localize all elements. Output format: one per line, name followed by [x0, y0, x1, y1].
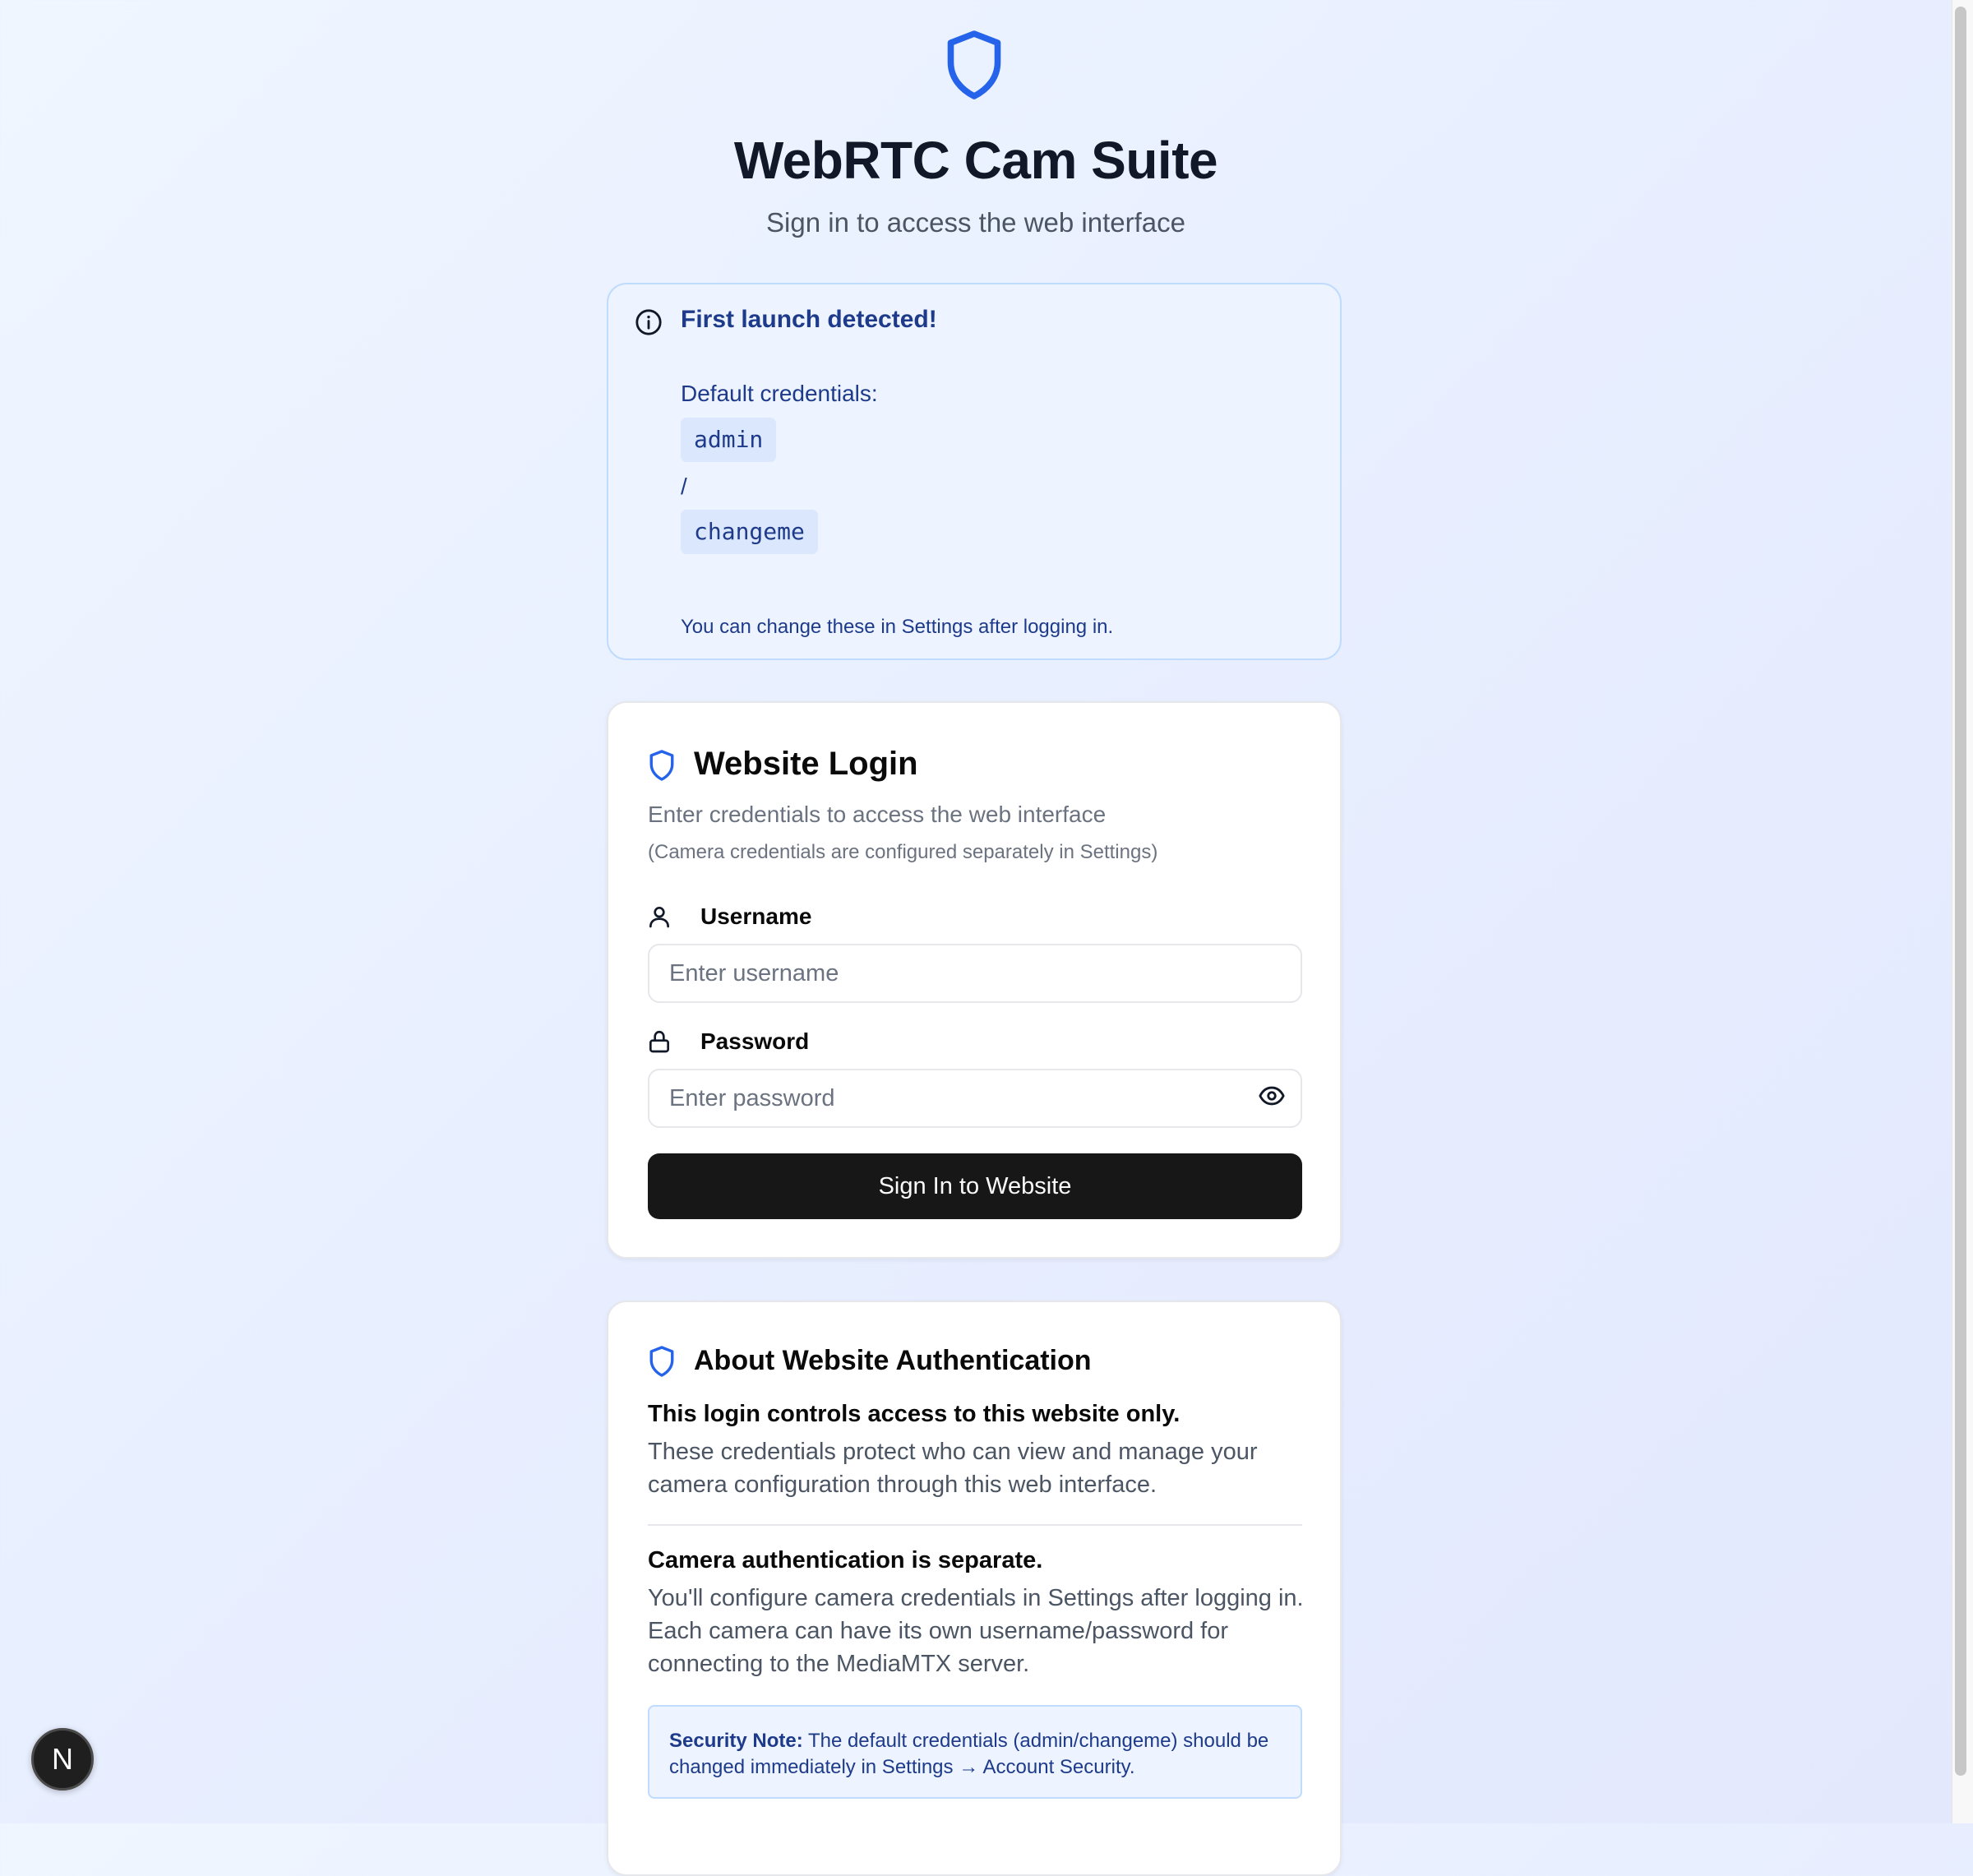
login-title: Website Login — [694, 746, 918, 782]
user-icon — [649, 907, 669, 928]
default-password-code: changeme — [681, 510, 818, 554]
shield-icon — [649, 750, 674, 781]
shield-icon — [649, 1346, 674, 1377]
divider — [648, 1524, 1302, 1526]
app-title: WebRTC Cam Suite — [733, 131, 1218, 190]
login-sub-description: (Camera credentials are configured separ… — [648, 841, 1158, 863]
default-username-code: admin — [681, 418, 777, 462]
app-subtitle: Sign in to access the web interface — [766, 207, 1185, 238]
password-input[interactable] — [648, 1069, 1302, 1128]
about-title: About Website Authentication — [694, 1345, 1092, 1376]
info-icon — [635, 309, 662, 335]
login-card: Website Login Enter credentials to acces… — [607, 701, 1342, 1259]
eye-icon[interactable] — [1258, 1082, 1286, 1110]
security-note-label: Security Note: — [669, 1730, 803, 1752]
dev-tools-badge[interactable]: N — [31, 1728, 94, 1791]
login-description: Enter credentials to access the web inte… — [648, 802, 1107, 827]
sign-in-button[interactable]: Sign In to Website — [648, 1153, 1302, 1219]
scrollbar-thumb[interactable] — [1955, 7, 1966, 1776]
credentials-separator: / — [681, 474, 687, 499]
about-auth-card: About Website Authentication This login … — [607, 1301, 1342, 1876]
shield-logo-icon — [947, 30, 1001, 99]
username-input[interactable] — [648, 944, 1302, 1003]
alert-note: You can change these in Settings after l… — [681, 616, 1114, 638]
default-credentials-label: Default credentials: — [681, 381, 878, 406]
lock-icon — [649, 1030, 669, 1053]
about-text-camera: You'll configure camera credentials in S… — [648, 1585, 1304, 1677]
security-note: Security Note: The default credentials (… — [648, 1705, 1302, 1799]
password-label: Password — [700, 1028, 810, 1054]
about-heading-camera: Camera authentication is separate. — [648, 1547, 1043, 1573]
first-launch-alert: First launch detected! Default credentia… — [607, 283, 1342, 660]
alert-title: First launch detected! — [681, 306, 937, 333]
about-heading-website: This login controls access to this websi… — [648, 1401, 1181, 1427]
about-text-website: These credentials protect who can view a… — [648, 1439, 1258, 1498]
username-label: Username — [700, 903, 812, 929]
